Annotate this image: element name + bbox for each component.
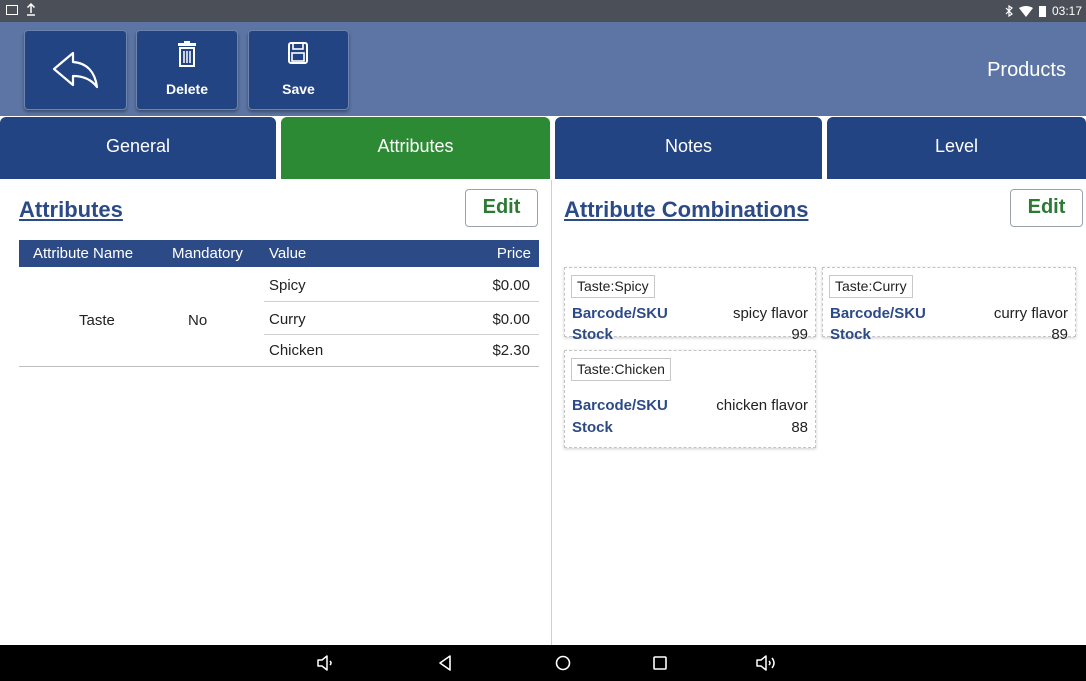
tab-attributes[interactable]: Attributes <box>281 117 550 179</box>
stock-label: Stock <box>572 326 613 343</box>
combination-tag: Taste:Spicy <box>571 275 655 298</box>
barcode-label: Barcode/SKU <box>572 305 668 322</box>
value-divider <box>264 334 539 335</box>
combination-tag: Taste:Chicken <box>571 358 671 381</box>
table-bottom-line <box>19 366 539 367</box>
save-button[interactable]: Save <box>248 30 349 110</box>
upload-icon <box>26 3 36 16</box>
value-divider <box>264 301 539 302</box>
attribute-value: Spicy <box>269 277 306 294</box>
bluetooth-icon <box>1005 5 1013 17</box>
attribute-price: $0.00 <box>492 311 530 328</box>
floppy-disk-icon <box>288 42 308 64</box>
barcode-value: spicy flavor <box>732 305 808 322</box>
stock-label: Stock <box>572 419 613 436</box>
tab-notes[interactable]: Notes <box>555 117 822 179</box>
attribute-mandatory: No <box>188 312 208 329</box>
attribute-value: Curry <box>269 311 306 328</box>
attribute-name: Taste <box>79 312 115 329</box>
attribute-value: Chicken <box>269 342 324 359</box>
image-icon <box>6 5 18 15</box>
volume-down-icon[interactable] <box>316 654 336 672</box>
navigation-bar <box>0 645 1086 681</box>
barcode-label: Barcode/SKU <box>572 397 668 414</box>
page-title: Products <box>987 59 1066 81</box>
attribute-price: $2.30 <box>492 342 530 359</box>
back-arrow-icon <box>52 51 99 89</box>
wifi-icon <box>1018 5 1033 17</box>
save-label: Save <box>282 81 315 97</box>
panel-divider <box>551 180 552 645</box>
attributes-edit-button[interactable]: Edit <box>465 189 538 227</box>
back-triangle-icon[interactable] <box>437 654 453 672</box>
battery-icon <box>1038 5 1046 17</box>
trash-icon <box>178 41 196 67</box>
barcode-value: curry flavor <box>993 305 1068 322</box>
stock-label: Stock <box>830 326 871 343</box>
combinations-title: Attribute Combinations <box>564 197 809 222</box>
col-attribute-name: Attribute Name <box>33 245 134 262</box>
status-time: 03:17 <box>1051 4 1082 18</box>
combination-card[interactable]: Taste:Chicken Barcode/SKU chicken flavor… <box>564 350 816 448</box>
stock-value: 88 <box>791 419 808 436</box>
delete-label: Delete <box>165 81 209 97</box>
volume-up-icon[interactable] <box>755 654 781 672</box>
col-value: Value <box>269 245 307 262</box>
tab-general[interactable]: General <box>0 117 276 179</box>
status-left-icons <box>6 3 36 16</box>
combination-tag: Taste:Curry <box>829 275 913 298</box>
status-bar: 03:17 <box>0 0 1086 22</box>
barcode-label: Barcode/SKU <box>830 305 926 322</box>
stock-value: 89 <box>1051 326 1068 343</box>
attribute-price: $0.00 <box>492 277 530 294</box>
delete-button[interactable]: Delete <box>136 30 238 110</box>
attributes-title: Attributes <box>19 197 123 222</box>
app-header: Delete Save Products <box>0 22 1086 116</box>
recents-square-icon[interactable] <box>652 654 668 672</box>
tab-level[interactable]: Level <box>827 117 1086 179</box>
combinations-edit-button[interactable]: Edit <box>1010 189 1083 227</box>
stock-value: 99 <box>791 326 808 343</box>
barcode-value: chicken flavor <box>716 397 808 414</box>
attributes-table-header: Attribute Name Mandatory Value Price <box>19 240 539 267</box>
col-price: Price <box>496 245 531 262</box>
back-button[interactable] <box>24 30 127 110</box>
combination-card[interactable]: Taste:Curry Barcode/SKU curry flavor Sto… <box>822 267 1076 343</box>
col-mandatory: Mandatory <box>172 245 243 262</box>
home-circle-icon[interactable] <box>554 654 572 672</box>
status-right-icons: 03:17 <box>1005 4 1082 18</box>
combination-card[interactable]: Taste:Spicy Barcode/SKU spicy flavor Sto… <box>564 267 816 343</box>
